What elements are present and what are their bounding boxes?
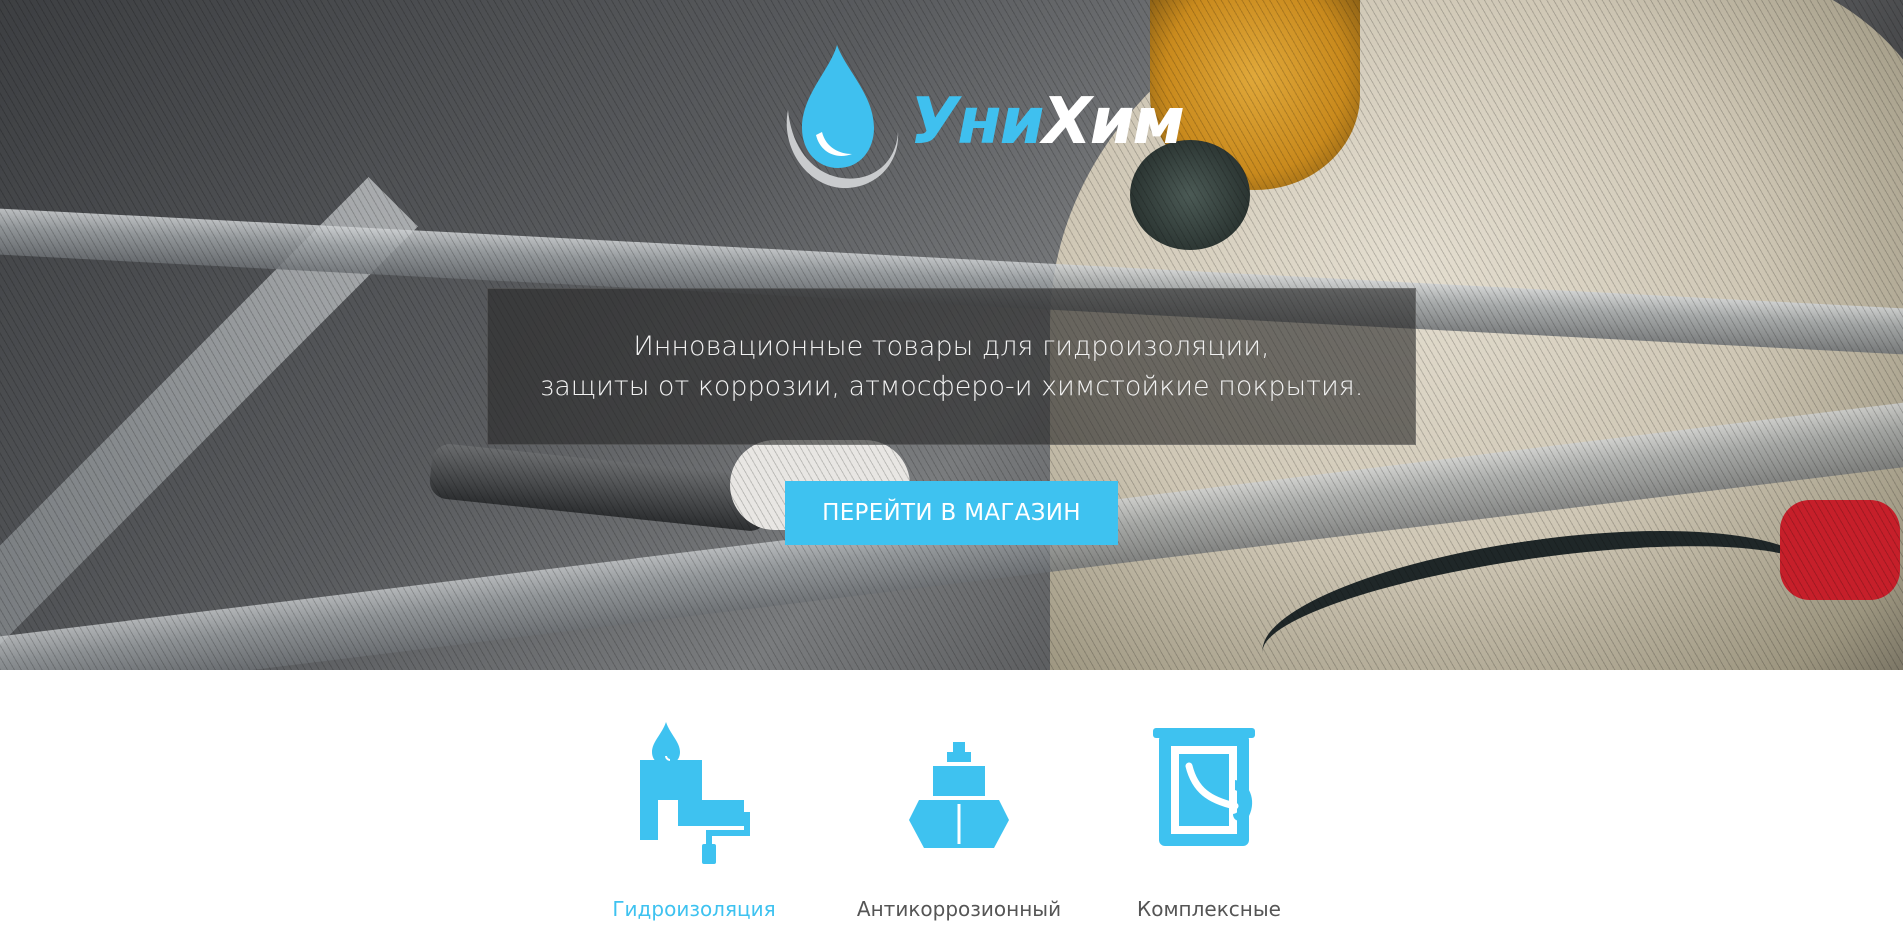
tagline-line-2: защиты от коррозии, атмосферо-и химстойк…: [539, 370, 1364, 402]
feature-waterproofing-label: Гидроизоляция: [612, 897, 776, 921]
features-section: Гидроизоляция Антикоррозионный Комплексн…: [0, 670, 1903, 932]
brand-name: УниХим: [910, 90, 1185, 154]
brand-logo[interactable]: УниХим: [770, 40, 1185, 200]
feature-anticorrosion-label: Антикоррозионный: [856, 897, 1062, 921]
brand-name-part2: Хим: [1042, 85, 1184, 159]
feature-anticorrosion[interactable]: Антикоррозионный: [829, 720, 1089, 921]
brand-name-part1: Уни: [910, 85, 1044, 159]
feature-waterproofing[interactable]: Гидроизоляция: [564, 720, 824, 921]
hero-banner: УниХим Инновационные товары для гидроизо…: [0, 0, 1903, 670]
feature-complex-label: Комплексные: [1137, 897, 1281, 921]
feature-complex[interactable]: Комплексные: [1079, 720, 1339, 921]
paint-roller-drop-icon: [640, 722, 750, 864]
ship-icon: [909, 742, 1009, 848]
tagline-line-1: Инновационные товары для гидроизоляции,: [633, 330, 1270, 362]
paint-bucket-icon: [1153, 728, 1255, 846]
water-drop-logo-icon: [786, 45, 899, 189]
go-to-shop-button[interactable]: ПЕРЕЙТИ В МАГАЗИН: [785, 481, 1118, 545]
tagline-box: Инновационные товары для гидроизоляции, …: [487, 288, 1416, 445]
